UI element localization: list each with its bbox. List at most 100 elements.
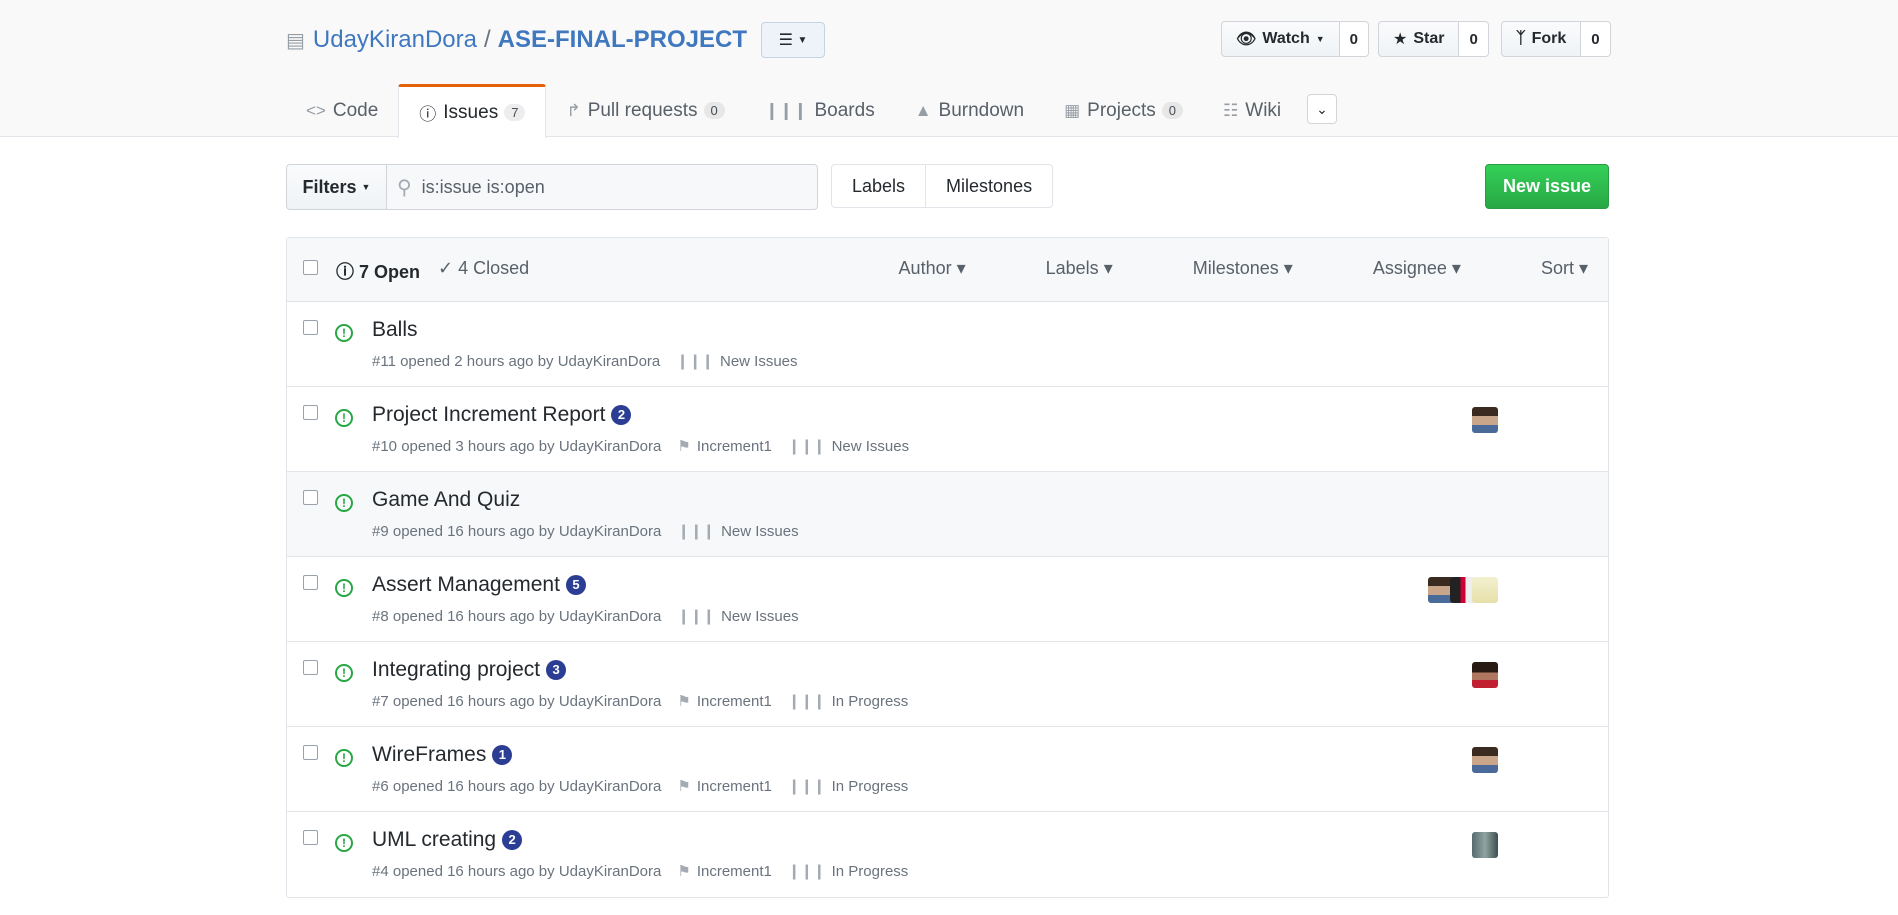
- tab-pull-requests[interactable]: ↱ Pull requests 0: [546, 84, 744, 137]
- fork-count[interactable]: 0: [1581, 21, 1611, 57]
- issue-title-link[interactable]: UML creating 2: [372, 828, 523, 852]
- tab-label: Boards: [814, 99, 875, 121]
- project-link[interactable]: ❙❙❙ New Issues: [677, 607, 799, 626]
- star-button[interactable]: ★ Star: [1378, 21, 1460, 57]
- project-icon: ▦: [1064, 100, 1081, 120]
- issue-checkbox[interactable]: [303, 575, 318, 590]
- issue-checkbox[interactable]: [303, 490, 318, 505]
- repo-menu-button[interactable]: ☰ ▼: [761, 22, 825, 58]
- fork-group: ᛉ Fork 0: [1501, 21, 1611, 57]
- open-issues-link[interactable]: ⓘ 7 Open: [336, 258, 420, 284]
- labels-button[interactable]: Labels: [832, 165, 925, 207]
- assignees: [1472, 662, 1498, 688]
- milestones-button[interactable]: Milestones: [925, 165, 1052, 207]
- milestones-filter-label: Milestones: [1192, 258, 1279, 278]
- assignees: [1472, 747, 1498, 773]
- avatar[interactable]: [1472, 407, 1498, 433]
- more-tabs-button[interactable]: ⌄: [1307, 94, 1337, 124]
- project-label: New Issues: [721, 607, 799, 625]
- closed-issues-link[interactable]: ✓ 4 Closed: [438, 258, 529, 284]
- avatar[interactable]: [1472, 747, 1498, 773]
- author-filter[interactable]: Author ▾: [859, 258, 966, 279]
- issue-title-link[interactable]: Balls: [372, 318, 418, 342]
- milestone-icon: ⚑: [677, 438, 691, 455]
- milestone-link[interactable]: ⚑ Increment1: [677, 862, 772, 881]
- project-link[interactable]: ❙❙❙ In Progress: [788, 862, 908, 881]
- fork-button[interactable]: ᛉ Fork: [1501, 21, 1582, 57]
- issue-checkbox[interactable]: [303, 405, 318, 420]
- labels-filter[interactable]: Labels ▾: [1006, 258, 1113, 279]
- assignee-filter[interactable]: Assignee ▾: [1333, 258, 1461, 279]
- issue-checkbox[interactable]: [303, 745, 318, 760]
- labels-filter-label: Labels: [1045, 258, 1099, 278]
- issue-opened-by: #7 opened 16 hours ago by UdayKiranDora: [372, 692, 662, 710]
- repo-name-link[interactable]: ASE-FINAL-PROJECT: [498, 26, 747, 54]
- issue-checkbox[interactable]: [303, 320, 318, 335]
- issue-title-link[interactable]: Integrating project 3: [372, 658, 567, 682]
- avatar[interactable]: [1472, 832, 1498, 858]
- avatar[interactable]: [1472, 577, 1498, 603]
- issue-row: ! Integrating project 3 #7 opened 16 hour…: [287, 642, 1608, 727]
- project-icon: ❙❙❙: [677, 523, 716, 540]
- watch-button[interactable]: 👁 Watch ▼: [1221, 21, 1340, 57]
- sort-filter[interactable]: Sort ▾: [1501, 258, 1588, 279]
- star-count[interactable]: 0: [1459, 21, 1489, 57]
- project-link[interactable]: ❙❙❙ In Progress: [788, 777, 908, 796]
- assignees: [1428, 577, 1498, 603]
- comment-count-badge: 2: [502, 830, 523, 850]
- milestone-icon: ⚑: [677, 863, 691, 880]
- new-issue-button[interactable]: New issue: [1484, 164, 1609, 209]
- tab-wiki[interactable]: ☷ Wiki: [1203, 84, 1301, 137]
- project-link[interactable]: ❙❙❙ New Issues: [677, 522, 798, 541]
- issue-checkbox[interactable]: [303, 660, 318, 675]
- repo-owner-link[interactable]: UdayKiranDora: [313, 26, 477, 54]
- search-icon: ⚲: [397, 176, 412, 199]
- labels-milestones-nav: Labels Milestones: [831, 164, 1054, 208]
- comment-count-badge: 5: [565, 575, 586, 595]
- avatar[interactable]: [1472, 662, 1498, 688]
- watch-count[interactable]: 0: [1339, 21, 1369, 57]
- issue-meta: #10 opened 3 hours ago by UdayKiranDora …: [372, 437, 909, 456]
- issue-title-link[interactable]: WireFrames 1: [372, 743, 513, 767]
- milestones-filter[interactable]: Milestones ▾: [1153, 258, 1293, 279]
- issues-list-header: ⓘ 7 Open ✓ 4 Closed Author ▾ Labels ▾ Mi…: [287, 238, 1608, 302]
- issue-title-link[interactable]: Game And Quiz: [372, 488, 520, 512]
- fork-label: Fork: [1531, 30, 1567, 47]
- filters-button[interactable]: Filters ▼: [286, 164, 387, 210]
- milestone-link[interactable]: ⚑ Increment1: [677, 437, 772, 456]
- filters-label: Filters: [302, 176, 357, 197]
- project-link[interactable]: ❙❙❙ New Issues: [676, 352, 798, 371]
- tab-boards[interactable]: ❙❙❙ Boards: [745, 84, 895, 137]
- project-link[interactable]: ❙❙❙ New Issues: [788, 437, 909, 456]
- project-icon: ❙❙❙: [677, 608, 716, 625]
- search-input[interactable]: [421, 176, 782, 198]
- issue-row: ! Assert Management 5 #8 opened 16 hours …: [287, 557, 1608, 642]
- star-label: Star: [1413, 30, 1445, 47]
- issue-title-link[interactable]: Assert Management 5: [372, 573, 586, 597]
- tab-code[interactable]: <> Code: [286, 84, 398, 137]
- tab-burndown[interactable]: ▲ Burndown: [895, 84, 1044, 137]
- tab-projects[interactable]: ▦ Projects 0: [1044, 84, 1203, 137]
- tab-counter: 0: [1161, 102, 1184, 119]
- list-icon: ☰: [778, 32, 793, 49]
- project-link[interactable]: ❙❙❙ In Progress: [788, 692, 908, 711]
- milestone-link[interactable]: ⚑ Increment1: [677, 777, 772, 796]
- select-all-checkbox[interactable]: [303, 260, 318, 275]
- tab-label: Wiki: [1245, 99, 1282, 121]
- issue-opened-icon: !: [335, 494, 353, 512]
- issue-opened-icon: ⓘ: [419, 105, 437, 124]
- issues-list: ⓘ 7 Open ✓ 4 Closed Author ▾ Labels ▾ Mi…: [286, 237, 1609, 898]
- tab-issues[interactable]: ⓘ Issues 7: [398, 84, 547, 138]
- project-label: New Issues: [719, 352, 798, 370]
- issue-meta: #11 opened 2 hours ago by UdayKiranDora …: [372, 352, 798, 371]
- issue-title: Game And Quiz: [372, 488, 521, 511]
- milestone-icon: ⚑: [677, 778, 691, 795]
- issue-opened-by: #6 opened 16 hours ago by UdayKiranDora: [372, 777, 662, 795]
- star-group: ★ Star 0: [1378, 21, 1489, 57]
- milestone-link[interactable]: ⚑ Increment1: [677, 692, 772, 711]
- issue-title-link[interactable]: Project Increment Report 2: [372, 403, 632, 427]
- issue-checkbox[interactable]: [303, 830, 318, 845]
- issue-opened-icon: !: [335, 409, 353, 427]
- issue-title: Balls: [372, 318, 418, 341]
- chevron-down-icon: ⌄: [1316, 100, 1328, 117]
